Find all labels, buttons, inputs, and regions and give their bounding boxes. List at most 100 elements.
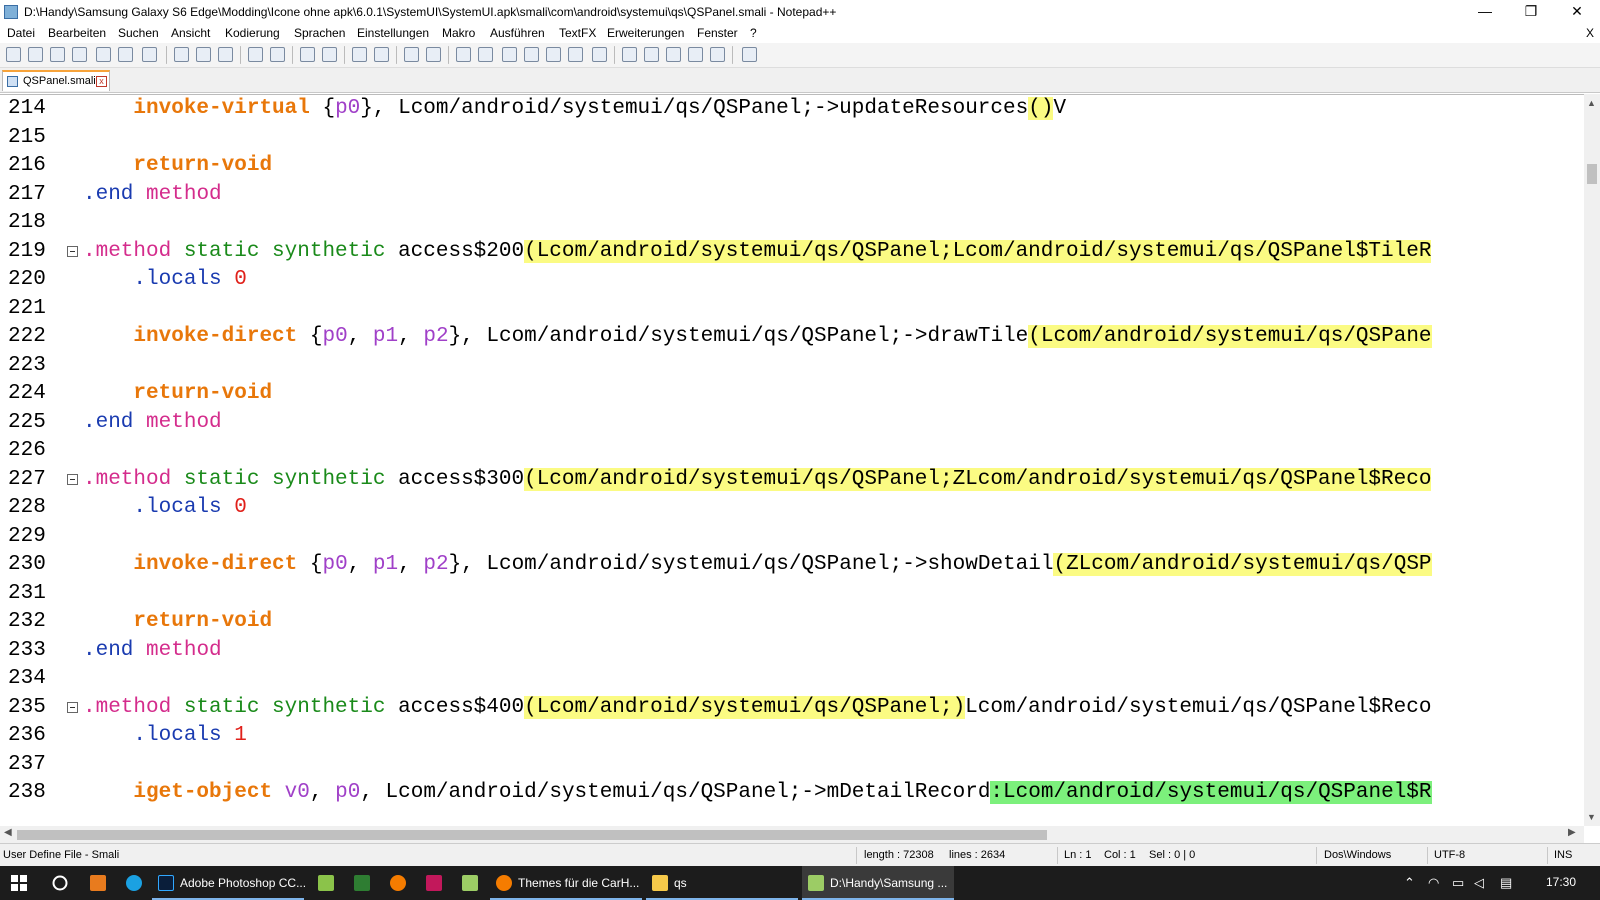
tab-qspanel-smali[interactable]: QSPanel.smali x bbox=[2, 70, 110, 91]
menu-kodierung[interactable]: Kodierung bbox=[225, 26, 280, 40]
menu-ausfuehren[interactable]: Ausführen bbox=[490, 26, 545, 40]
open-file-icon[interactable] bbox=[28, 47, 43, 62]
close-file-icon[interactable] bbox=[96, 47, 111, 62]
cut-icon[interactable] bbox=[174, 47, 189, 62]
scroll-right-icon[interactable]: ▶ bbox=[1568, 827, 1576, 838]
folder-workspace-icon[interactable] bbox=[592, 47, 607, 62]
save-all-icon[interactable] bbox=[72, 47, 87, 62]
show-all-chars-icon[interactable] bbox=[478, 47, 493, 62]
taskbar-notepadpp[interactable]: D:\Handy\Samsung ... bbox=[802, 866, 954, 900]
vertical-scroll-thumb[interactable] bbox=[1587, 164, 1597, 184]
new-file-icon[interactable] bbox=[6, 47, 21, 62]
sync-horizontal-icon[interactable] bbox=[426, 47, 441, 62]
menu-help[interactable]: ? bbox=[750, 26, 757, 40]
menu-sprachen[interactable]: Sprachen bbox=[294, 26, 345, 40]
find-icon[interactable] bbox=[300, 47, 315, 62]
taskbar-app-green[interactable] bbox=[344, 866, 380, 900]
code-line[interactable]: 220 .locals 0 bbox=[0, 267, 1584, 295]
menu-erweiterungen[interactable]: Erweiterungen bbox=[607, 26, 684, 40]
word-wrap-icon[interactable] bbox=[456, 47, 471, 62]
taskbar-firefox[interactable]: Themes für die CarH... bbox=[490, 866, 642, 900]
clock[interactable]: 17:30 bbox=[1546, 875, 1576, 889]
tray-chevron-up-icon[interactable]: ⌃ bbox=[1404, 875, 1415, 891]
code-editor[interactable]: 214 invoke-virtual {p0}, Lcom/android/sy… bbox=[0, 94, 1584, 827]
menu-ansicht[interactable]: Ansicht bbox=[171, 26, 210, 40]
taskbar-app-tool[interactable] bbox=[452, 866, 488, 900]
menu-einstellungen[interactable]: Einstellungen bbox=[357, 26, 429, 40]
undo-icon[interactable] bbox=[248, 47, 263, 62]
menu-fenster[interactable]: Fenster bbox=[697, 26, 738, 40]
redo-icon[interactable] bbox=[270, 47, 285, 62]
run-macro-multiple-icon[interactable] bbox=[688, 47, 703, 62]
scroll-down-icon[interactable]: ▼ bbox=[1587, 812, 1596, 822]
code-line[interactable]: 217 .end method bbox=[0, 182, 1584, 210]
code-line[interactable]: 231 bbox=[0, 581, 1584, 609]
code-line[interactable]: 236 .locals 1 bbox=[0, 723, 1584, 751]
start-button[interactable] bbox=[0, 866, 40, 900]
horizontal-scroll-thumb[interactable] bbox=[17, 830, 1047, 840]
taskbar-app-list[interactable] bbox=[416, 866, 452, 900]
indent-guide-icon[interactable] bbox=[502, 47, 517, 62]
restore-button[interactable]: ❐ bbox=[1508, 0, 1554, 24]
close-all-icon[interactable] bbox=[118, 47, 133, 62]
zoom-out-icon[interactable] bbox=[374, 47, 389, 62]
taskbar-app-orange[interactable] bbox=[80, 866, 116, 900]
code-line[interactable]: 228 .locals 0 bbox=[0, 495, 1584, 523]
taskbar-skype[interactable] bbox=[116, 866, 152, 900]
close-button[interactable]: ✕ bbox=[1554, 0, 1600, 24]
menu-datei[interactable]: Datei bbox=[7, 26, 35, 40]
notification-icon[interactable]: ▤ bbox=[1500, 875, 1512, 891]
code-line[interactable]: 218 bbox=[0, 210, 1584, 238]
scroll-up-icon[interactable]: ▲ bbox=[1587, 98, 1596, 108]
code-line[interactable]: 225 .end method bbox=[0, 410, 1584, 438]
menu-suchen[interactable]: Suchen bbox=[118, 26, 159, 40]
plugin-icon[interactable] bbox=[742, 47, 757, 62]
code-line[interactable]: 234 bbox=[0, 666, 1584, 694]
function-list-icon[interactable] bbox=[568, 47, 583, 62]
stop-macro-icon[interactable] bbox=[644, 47, 659, 62]
record-macro-icon[interactable] bbox=[622, 47, 637, 62]
document-map-icon[interactable] bbox=[546, 47, 561, 62]
code-line[interactable]: 237 bbox=[0, 752, 1584, 780]
zoom-in-icon[interactable] bbox=[352, 47, 367, 62]
close-document-button[interactable]: X bbox=[1586, 26, 1594, 40]
fold-toggle-icon[interactable] bbox=[67, 245, 78, 257]
code-line[interactable]: 233 .end method bbox=[0, 638, 1584, 666]
tab-close-icon[interactable]: x bbox=[96, 76, 107, 87]
code-line[interactable]: 235 .method static synthetic access$400(L… bbox=[0, 695, 1584, 723]
code-line[interactable]: 221 bbox=[0, 296, 1584, 324]
save-icon[interactable] bbox=[50, 47, 65, 62]
code-line[interactable]: 222 invoke-direct {p0, p1, p2}, Lcom/and… bbox=[0, 324, 1584, 352]
code-line[interactable]: 216 return-void bbox=[0, 153, 1584, 181]
code-line[interactable]: 224 return-void bbox=[0, 381, 1584, 409]
code-line[interactable]: 232 return-void bbox=[0, 609, 1584, 637]
taskbar-explorer-qs[interactable]: qs bbox=[646, 866, 798, 900]
code-line[interactable]: 226 bbox=[0, 438, 1584, 466]
print-icon[interactable] bbox=[142, 47, 157, 62]
copy-icon[interactable] bbox=[196, 47, 211, 62]
code-line[interactable]: 238 iget-object v0, p0, Lcom/android/sys… bbox=[0, 780, 1584, 808]
play-macro-icon[interactable] bbox=[666, 47, 681, 62]
replace-icon[interactable] bbox=[322, 47, 337, 62]
scroll-left-icon[interactable]: ◀ bbox=[4, 827, 12, 838]
battery-icon[interactable]: ▭ bbox=[1452, 875, 1464, 891]
fold-toggle-icon[interactable] bbox=[67, 701, 78, 713]
taskbar-photoshop[interactable]: Adobe Photoshop CC... bbox=[152, 866, 306, 900]
code-line[interactable]: 227 .method static synthetic access$300(L… bbox=[0, 467, 1584, 495]
search-button[interactable] bbox=[40, 866, 80, 900]
vertical-scrollbar[interactable]: ▲ ▼ bbox=[1584, 94, 1600, 826]
user-language-icon[interactable] bbox=[524, 47, 539, 62]
volume-icon[interactable]: ◁ bbox=[1474, 875, 1484, 891]
paste-icon[interactable] bbox=[218, 47, 233, 62]
taskbar-android-tool[interactable] bbox=[308, 866, 344, 900]
minimize-button[interactable]: — bbox=[1462, 0, 1508, 24]
code-line[interactable]: 223 bbox=[0, 353, 1584, 381]
code-line[interactable]: 230 invoke-direct {p0, p1, p2}, Lcom/and… bbox=[0, 552, 1584, 580]
code-line[interactable]: 214 invoke-virtual {p0}, Lcom/android/sy… bbox=[0, 96, 1584, 124]
wifi-icon[interactable]: ◠ bbox=[1428, 875, 1439, 891]
menu-makro[interactable]: Makro bbox=[442, 26, 475, 40]
sync-vertical-icon[interactable] bbox=[404, 47, 419, 62]
code-line[interactable]: 215 bbox=[0, 125, 1584, 153]
menu-bearbeiten[interactable]: Bearbeiten bbox=[48, 26, 106, 40]
fold-toggle-icon[interactable] bbox=[67, 473, 78, 485]
